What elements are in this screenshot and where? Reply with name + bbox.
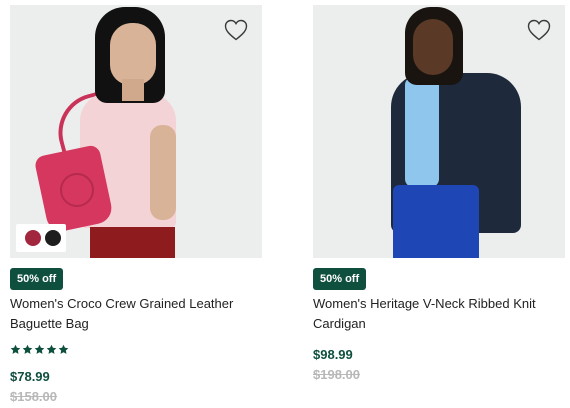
product-title-line: Baguette Bag <box>10 316 89 331</box>
product-image[interactable] <box>313 5 565 258</box>
original-price: $198.00 <box>313 367 360 382</box>
product-title-line: Women's Croco Crew Grained Leather <box>10 296 234 311</box>
product-title-line: Women's Heritage V-Neck Ribbed Knit <box>313 296 536 311</box>
model-arm <box>150 125 176 220</box>
star-icon <box>10 344 21 354</box>
star-icon <box>58 344 69 354</box>
model-shirt <box>405 77 439 187</box>
color-swatches <box>16 224 66 252</box>
swatch-black[interactable] <box>45 230 61 246</box>
model-face <box>413 19 453 75</box>
star-icon <box>34 344 45 354</box>
sale-price: $78.99 <box>10 369 50 384</box>
product-card[interactable]: 50% off Women's Heritage V-Neck Ribbed K… <box>313 5 565 382</box>
rating-stars <box>10 344 69 356</box>
discount-badge: 50% off <box>313 268 367 290</box>
bag-logo <box>60 173 94 207</box>
sale-price: $98.99 <box>313 347 353 362</box>
discount-badge: 50% off <box>10 268 64 290</box>
wishlist-button[interactable] <box>224 19 248 41</box>
swatch-red[interactable] <box>25 230 41 246</box>
star-icon <box>22 344 33 354</box>
star-icon <box>46 344 57 354</box>
original-price: $158.00 <box>10 389 57 404</box>
model-pants <box>393 185 479 258</box>
product-title-line: Cardigan <box>313 316 366 331</box>
heart-outline-icon <box>224 19 248 41</box>
product-card[interactable]: 50% off Women's Croco Crew Grained Leath… <box>10 5 262 404</box>
product-grid: 50% off Women's Croco Crew Grained Leath… <box>0 0 570 408</box>
model-face <box>110 23 156 85</box>
model-neck <box>122 79 144 101</box>
product-image[interactable] <box>10 5 262 258</box>
product-title[interactable]: Women's Croco Crew Grained Leather Bague… <box>10 294 260 334</box>
heart-outline-icon <box>527 19 551 41</box>
product-title[interactable]: Women's Heritage V-Neck Ribbed Knit Card… <box>313 294 563 334</box>
wishlist-button[interactable] <box>527 19 551 41</box>
model-skirt <box>90 227 175 258</box>
